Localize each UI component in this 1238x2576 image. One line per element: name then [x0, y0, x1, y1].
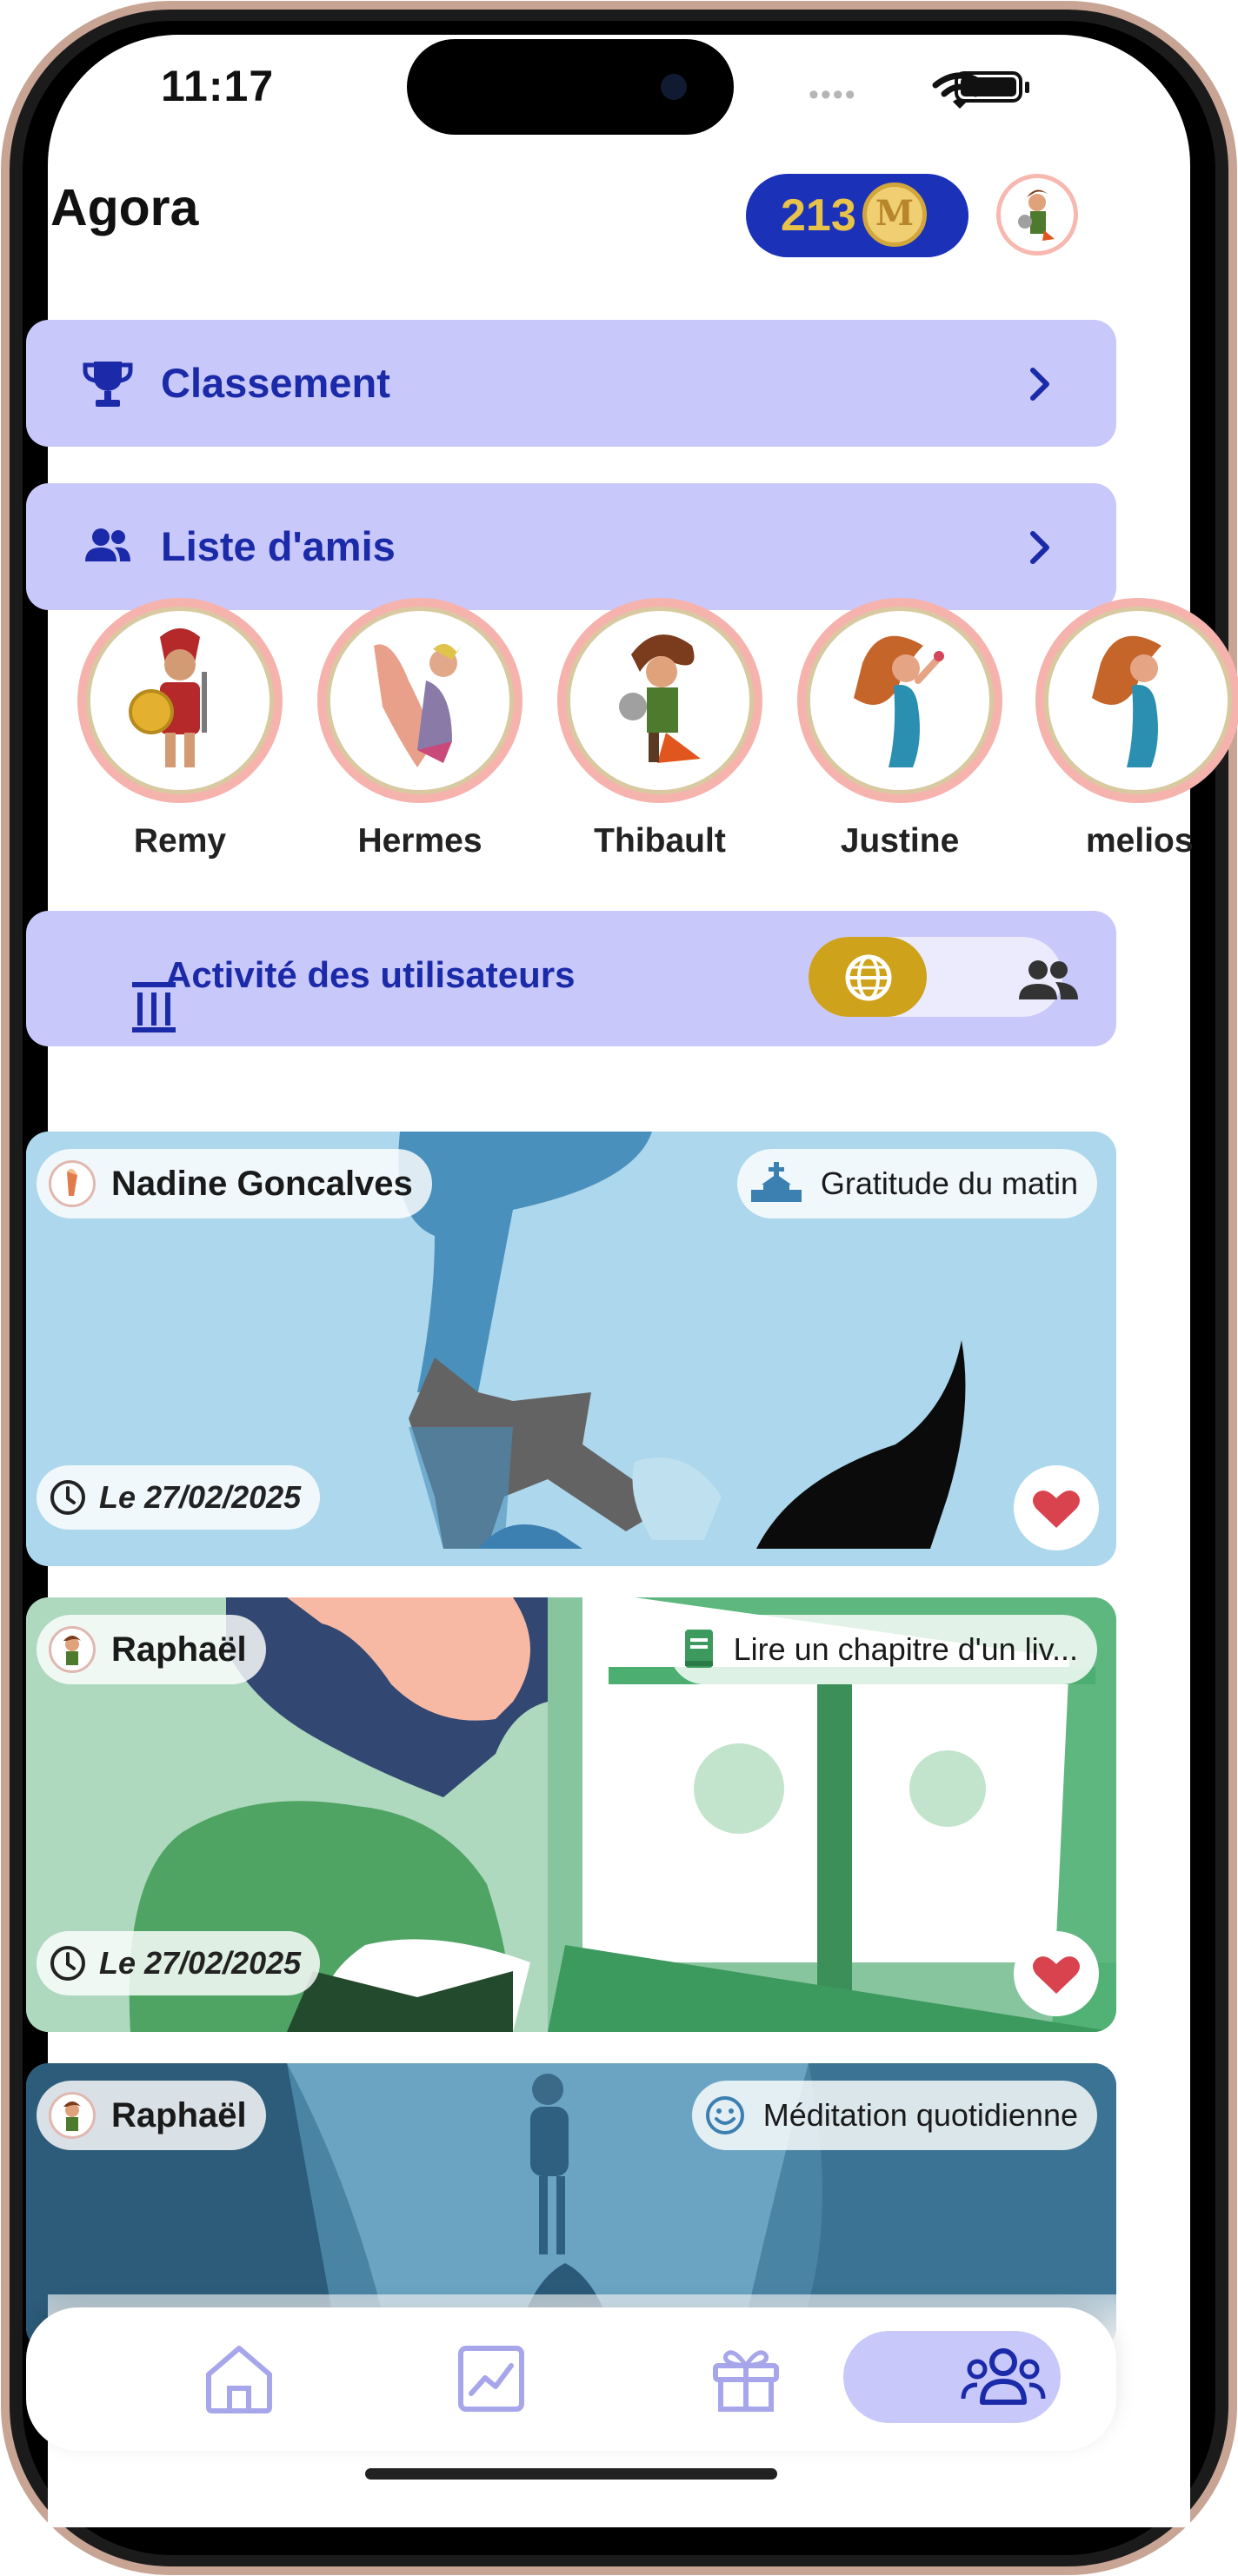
- user-avatar: [49, 1160, 96, 1207]
- like-button[interactable]: [1014, 1465, 1099, 1550]
- clock-icon: [50, 1480, 85, 1515]
- user-avatar: [49, 1626, 96, 1673]
- habit-name: Méditation quotidienne: [762, 2097, 1078, 2133]
- warrior-avatar-icon: [93, 614, 267, 787]
- temple-icon: [750, 1162, 802, 1202]
- book-icon: [684, 1630, 713, 1668]
- user-name: Nadine Goncalves: [111, 1164, 413, 1203]
- leaderboard-label: Classement: [161, 360, 390, 406]
- user-name: Raphaël: [111, 1630, 247, 1669]
- camera-icon: [661, 74, 687, 100]
- user-pill[interactable]: Raphaël: [37, 1615, 266, 1684]
- signal-icon: ••••: [809, 78, 857, 111]
- activity-title: Activité des utilisateurs: [165, 954, 576, 995]
- status-time: 11:17: [161, 62, 275, 110]
- friend-name: melios: [1086, 822, 1194, 860]
- habit-name: Gratitude du matin: [820, 1165, 1078, 1201]
- coins-value: 213: [781, 190, 856, 241]
- hermes-avatar-icon: [333, 614, 507, 787]
- chevron-right-icon: [1030, 531, 1049, 564]
- date-pill: Le 27/02/2025: [37, 1465, 321, 1530]
- habit-pill: Lire un chapitre d'un liv...: [669, 1615, 1097, 1684]
- friend-name: Remy: [133, 822, 227, 860]
- post-date: Le 27/02/2025: [99, 1945, 302, 1981]
- friend-avatar-melios[interactable]: melios: [1035, 598, 1238, 860]
- smile-icon: [705, 2096, 744, 2134]
- activity-card[interactable]: Nadine Goncalves Gratitude du matin Le 2…: [26, 1132, 1116, 1566]
- post-date: Le 27/02/2025: [99, 1479, 302, 1515]
- friends-list-button[interactable]: Liste d'amis: [26, 483, 1116, 610]
- community-icon[interactable]: [960, 2340, 1047, 2418]
- clock-icon: [50, 1946, 85, 1981]
- friends-icon: [85, 528, 130, 561]
- home-icon[interactable]: [200, 2340, 278, 2418]
- friend-avatar-remy[interactable]: Remy: [76, 598, 284, 860]
- adventurer-avatar-icon: [573, 614, 747, 787]
- user-name: Raphaël: [111, 2095, 247, 2134]
- friends-icon[interactable]: [1015, 956, 1082, 1005]
- user-pill[interactable]: Raphaël: [37, 2081, 266, 2150]
- friend-avatar-hermes[interactable]: Hermes: [316, 598, 524, 860]
- chevron-right-icon: [1030, 368, 1049, 401]
- chart-icon[interactable]: [452, 2340, 530, 2418]
- friend-avatar-justine[interactable]: Justine: [795, 598, 1004, 860]
- gift-icon[interactable]: [707, 2340, 785, 2418]
- habit-pill: Méditation quotidienne: [691, 2081, 1097, 2150]
- goddess-avatar-icon: [1051, 614, 1225, 787]
- date-pill: Le 27/02/2025: [37, 1931, 321, 1995]
- leaderboard-button[interactable]: Classement: [26, 320, 1116, 447]
- friend-name: Hermes: [357, 822, 483, 860]
- friend-name: Thibault: [594, 822, 726, 860]
- home-indicator: [365, 2468, 777, 2480]
- user-avatar: [49, 2092, 96, 2139]
- friend-name: Justine: [840, 822, 960, 860]
- page-title: Agora: [50, 179, 199, 236]
- habit-pill: Gratitude du matin: [736, 1149, 1097, 1218]
- globe-icon: [845, 954, 892, 1001]
- coin-icon: M: [862, 183, 927, 247]
- trophy-icon: [83, 362, 133, 407]
- habit-name: Lire un chapitre d'un liv...: [733, 1631, 1078, 1667]
- profile-avatar[interactable]: [996, 174, 1078, 256]
- user-pill[interactable]: Nadine Goncalves: [37, 1149, 432, 1218]
- battery-tip: [1025, 82, 1029, 93]
- goddess-avatar-icon: [813, 614, 987, 787]
- heart-icon: [1033, 1956, 1080, 1994]
- like-button[interactable]: [1014, 1931, 1099, 2016]
- coins-badge[interactable]: [746, 174, 968, 257]
- activity-card[interactable]: Raphaël Lire un chapitre d'un liv... Le …: [26, 1597, 1116, 2032]
- friend-avatar-thibault[interactable]: Thibault: [556, 598, 764, 860]
- friends-list-label: Liste d'amis: [161, 523, 396, 569]
- battery-icon: [955, 71, 1022, 103]
- heart-icon: [1033, 1490, 1080, 1528]
